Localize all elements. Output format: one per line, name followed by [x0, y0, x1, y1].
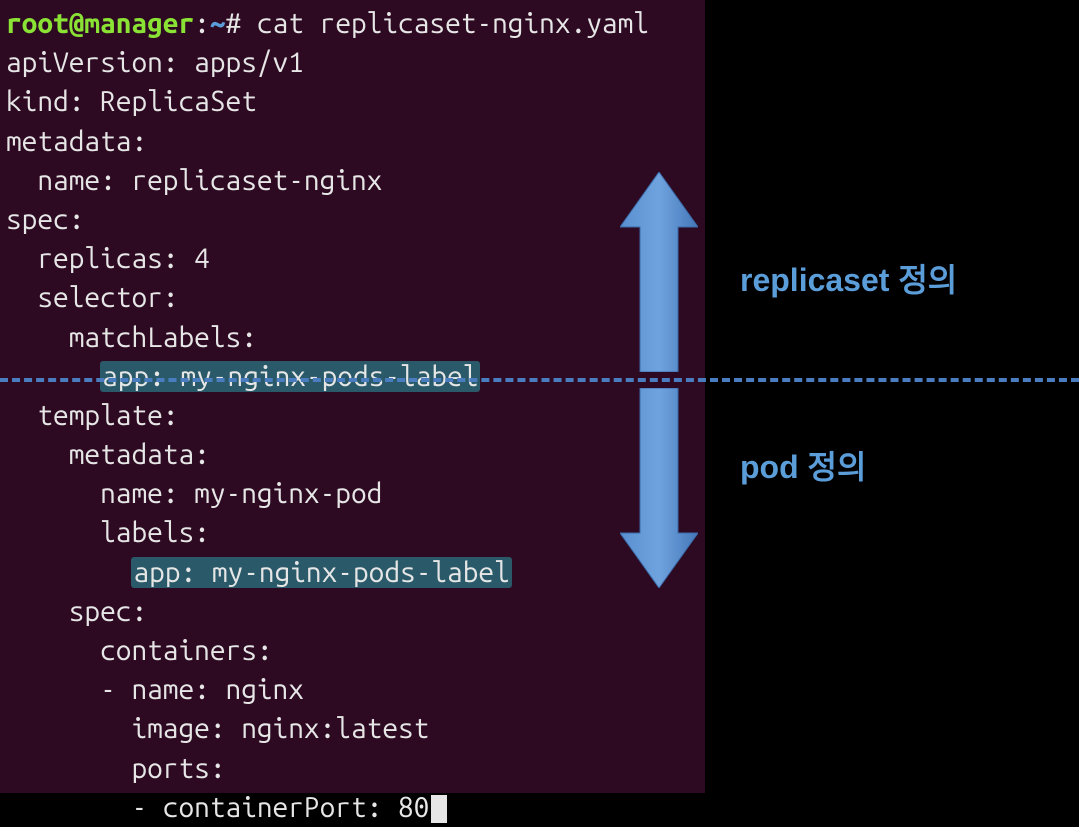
yaml-line: - name: nginx	[6, 670, 699, 709]
yaml-line: labels:	[6, 513, 699, 552]
yaml-line: selector:	[6, 278, 699, 317]
yaml-line: app: my-nginx-pods-label	[6, 553, 699, 592]
yaml-line: matchLabels:	[6, 318, 699, 357]
section-divider	[0, 378, 1079, 382]
yaml-line: - containerPort: 80	[6, 788, 699, 827]
annotation-replicaset: replicaset 정의	[740, 255, 957, 301]
yaml-line: replicas: 4	[6, 239, 699, 278]
yaml-line: image: nginx:latest	[6, 709, 699, 748]
annotation-pod: pod 정의	[740, 442, 866, 488]
highlighted-label: app: my-nginx-pods-label	[131, 557, 511, 588]
yaml-line: spec:	[6, 200, 699, 239]
prompt-user: root@manager	[6, 8, 194, 39]
yaml-line: kind: ReplicaSet	[6, 82, 699, 121]
yaml-line: spec:	[6, 592, 699, 631]
prompt-symbol: #	[226, 8, 242, 39]
yaml-line: name: replicaset-nginx	[6, 161, 699, 200]
prompt-line: root@manager:~# cat replicaset-nginx.yam…	[6, 4, 699, 43]
prompt-path: ~	[210, 8, 226, 39]
yaml-line: metadata:	[6, 122, 699, 161]
yaml-line: app: my-nginx-pods-label	[6, 357, 699, 396]
yaml-line: name: my-nginx-pod	[6, 474, 699, 513]
prompt-colon: :	[194, 8, 210, 39]
yaml-line: apiVersion: apps/v1	[6, 43, 699, 82]
cursor	[431, 795, 447, 823]
highlighted-label: app: my-nginx-pods-label	[100, 361, 480, 392]
yaml-line: metadata:	[6, 435, 699, 474]
command-text: cat replicaset-nginx.yaml	[241, 8, 649, 39]
yaml-line: template:	[6, 396, 699, 435]
terminal-window: root@manager:~# cat replicaset-nginx.yam…	[0, 0, 705, 793]
arrow-down-icon	[620, 388, 698, 588]
arrow-up-icon	[620, 172, 698, 372]
yaml-line: ports:	[6, 749, 699, 788]
yaml-line: containers:	[6, 631, 699, 670]
